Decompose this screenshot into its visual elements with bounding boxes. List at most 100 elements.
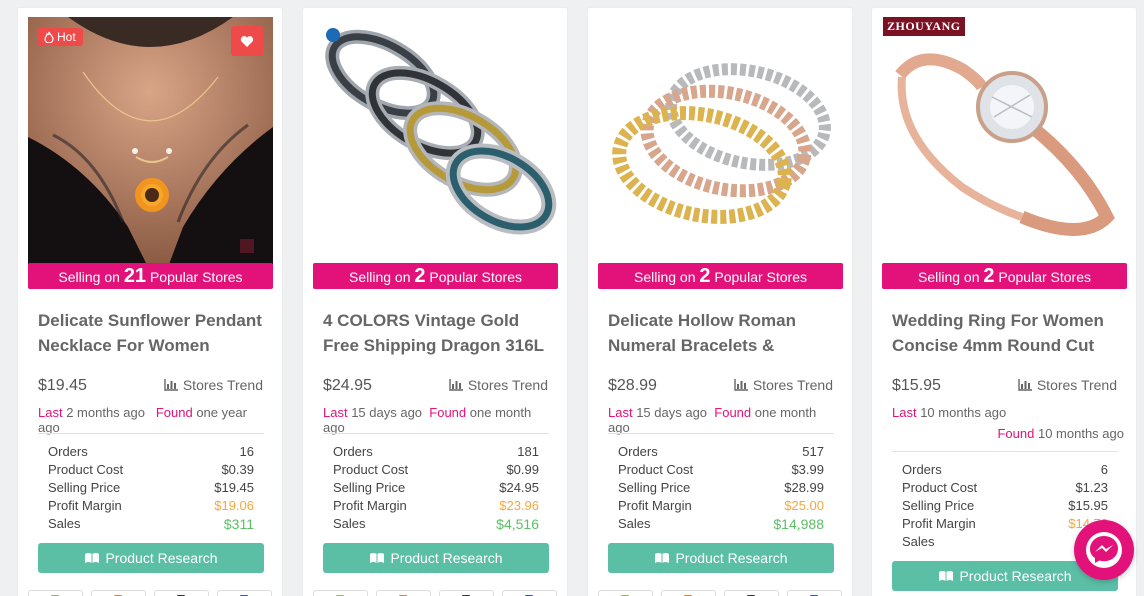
banner-suffix: Popular Stores <box>149 269 243 285</box>
found-value: 10 months ago <box>1037 426 1124 441</box>
stat-label: Profit Margin <box>333 498 407 513</box>
stores-trend-label: Stores Trend <box>182 377 263 393</box>
stat-value: $25.00 <box>784 498 824 513</box>
product-title[interactable]: Delicate Hollow Roman Numeral Bracelets … <box>608 308 838 360</box>
book-icon <box>655 553 670 563</box>
stat-label: Product Cost <box>618 462 694 477</box>
banner-suffix: Popular Stores <box>429 269 522 285</box>
stat-value: $15.95 <box>1068 498 1108 513</box>
product-title[interactable]: 4 COLORS Vintage Gold Free Shipping Drag… <box>323 308 553 360</box>
selling-banner: Selling on 2 Popular Stores <box>882 263 1127 289</box>
last-value: 10 months ago <box>920 405 1007 420</box>
stores-trend-link[interactable]: Stores Trend <box>164 377 263 393</box>
last-label: Last <box>608 405 633 420</box>
found-label: Found <box>997 426 1035 441</box>
product-title[interactable]: Wedding Ring For Women Concise 4mm Round… <box>892 308 1122 360</box>
stores-trend-link[interactable]: Stores Trend <box>1018 377 1117 393</box>
stat-margin: Profit Margin $23.96 <box>323 497 549 515</box>
facebook-icon[interactable] <box>787 590 842 596</box>
aliexpress-icon[interactable] <box>661 590 716 596</box>
last-value: 15 days ago <box>636 405 708 420</box>
store-count: 2 <box>983 265 995 287</box>
shopify-icon[interactable] <box>313 590 368 596</box>
stat-cost: Product Cost $1.23 <box>892 479 1118 497</box>
product-grid: Hot Selling on 21 Popular Stores Delicat… <box>0 0 1144 596</box>
product-image[interactable]: Hot <box>28 17 273 267</box>
product-price: $28.99 <box>608 377 657 394</box>
stat-label: Profit Margin <box>48 498 122 513</box>
flame-icon <box>44 31 54 43</box>
product-card[interactable]: ZHOUYANG Selling on 2 Popular Stores Wed… <box>872 8 1136 596</box>
product-price: $24.95 <box>323 377 372 394</box>
messenger-chat-button[interactable] <box>1074 520 1134 580</box>
stat-value: 181 <box>517 444 539 459</box>
store-icons <box>28 590 273 596</box>
stat-label: Selling Price <box>333 480 406 495</box>
stat-value: $311 <box>223 516 254 532</box>
stores-trend-label: Stores Trend <box>1036 377 1117 393</box>
stat-value: $19.45 <box>214 480 254 495</box>
product-card[interactable]: Hot Selling on 21 Popular Stores Delicat… <box>18 8 282 596</box>
product-image[interactable] <box>313 17 558 267</box>
product-card[interactable]: Selling on 2 Popular Stores Delicate Hol… <box>588 8 852 596</box>
stat-selling: Selling Price $28.99 <box>608 479 834 497</box>
stat-value: $1.23 <box>1075 480 1108 495</box>
shopify-icon[interactable] <box>28 590 83 596</box>
facebook-icon[interactable] <box>217 590 272 596</box>
product-research-button[interactable]: Product Research <box>323 543 549 573</box>
banner-prefix: Selling on <box>917 269 980 285</box>
stat-label: Sales <box>333 516 366 531</box>
stat-label: Selling Price <box>48 480 121 495</box>
aliexpress-icon[interactable] <box>376 590 431 596</box>
store-icons <box>313 590 558 596</box>
stat-value: $4,516 <box>496 516 539 532</box>
product-card[interactable]: Selling on 2 Popular Stores 4 COLORS Vin… <box>303 8 567 596</box>
aliexpress-icon[interactable] <box>91 590 146 596</box>
stat-value: $23.96 <box>499 498 539 513</box>
phone-icon[interactable] <box>154 590 209 596</box>
last-label: Last <box>892 405 917 420</box>
last-value: 2 months ago <box>66 405 145 420</box>
stores-trend-link[interactable]: Stores Trend <box>449 377 548 393</box>
store-count: 2 <box>414 265 426 287</box>
facebook-icon[interactable] <box>502 590 557 596</box>
stat-label: Sales <box>618 516 651 531</box>
product-title[interactable]: Delicate Sunflower Pendant Necklace For … <box>38 308 268 360</box>
stat-margin: Profit Margin $25.00 <box>608 497 834 515</box>
stat-label: Product Cost <box>333 462 409 477</box>
stat-value: $19.06 <box>214 498 254 513</box>
product-research-button[interactable]: Product Research <box>608 543 834 573</box>
hot-badge: Hot <box>37 28 83 46</box>
favorite-button[interactable] <box>231 26 263 56</box>
stats-table: Orders 517 Product Cost $3.99 Selling Pric… <box>608 433 834 533</box>
stat-orders: Orders 6 <box>892 461 1118 479</box>
store-count: 21 <box>123 265 147 287</box>
stat-label: Orders <box>333 444 373 459</box>
phone-icon[interactable] <box>724 590 779 596</box>
brand-logo: ZHOUYANG <box>883 17 965 36</box>
activity-times: Last 10 months ago Found 10 months ago <box>892 405 1124 441</box>
stat-orders: Orders 517 <box>608 443 834 461</box>
product-research-label: Product Research <box>959 568 1072 584</box>
stat-orders: Orders 181 <box>323 443 549 461</box>
banner-prefix: Selling on <box>633 269 696 285</box>
messenger-icon <box>1086 532 1122 568</box>
stat-label: Selling Price <box>618 480 691 495</box>
stores-trend-link[interactable]: Stores Trend <box>734 377 833 393</box>
last-label: Last <box>38 405 63 420</box>
product-price: $15.95 <box>892 377 941 394</box>
last-value: 15 days ago <box>351 405 423 420</box>
product-image[interactable]: ZHOUYANG <box>882 17 1127 267</box>
found-label: Found <box>155 405 193 420</box>
stat-sales: Sales $4,516 <box>323 515 549 533</box>
stat-label: Sales <box>902 534 935 549</box>
product-image[interactable] <box>598 17 843 267</box>
phone-icon[interactable] <box>439 590 494 596</box>
stat-margin: Profit Margin $19.06 <box>38 497 264 515</box>
shopify-icon[interactable] <box>598 590 653 596</box>
stat-selling: Selling Price $15.95 <box>892 497 1118 515</box>
last-label: Last <box>323 405 348 420</box>
stats-table: Orders 16 Product Cost $0.39 Selling Price… <box>38 433 264 533</box>
stat-value: $0.99 <box>506 462 539 477</box>
product-research-button[interactable]: Product Research <box>38 543 264 573</box>
